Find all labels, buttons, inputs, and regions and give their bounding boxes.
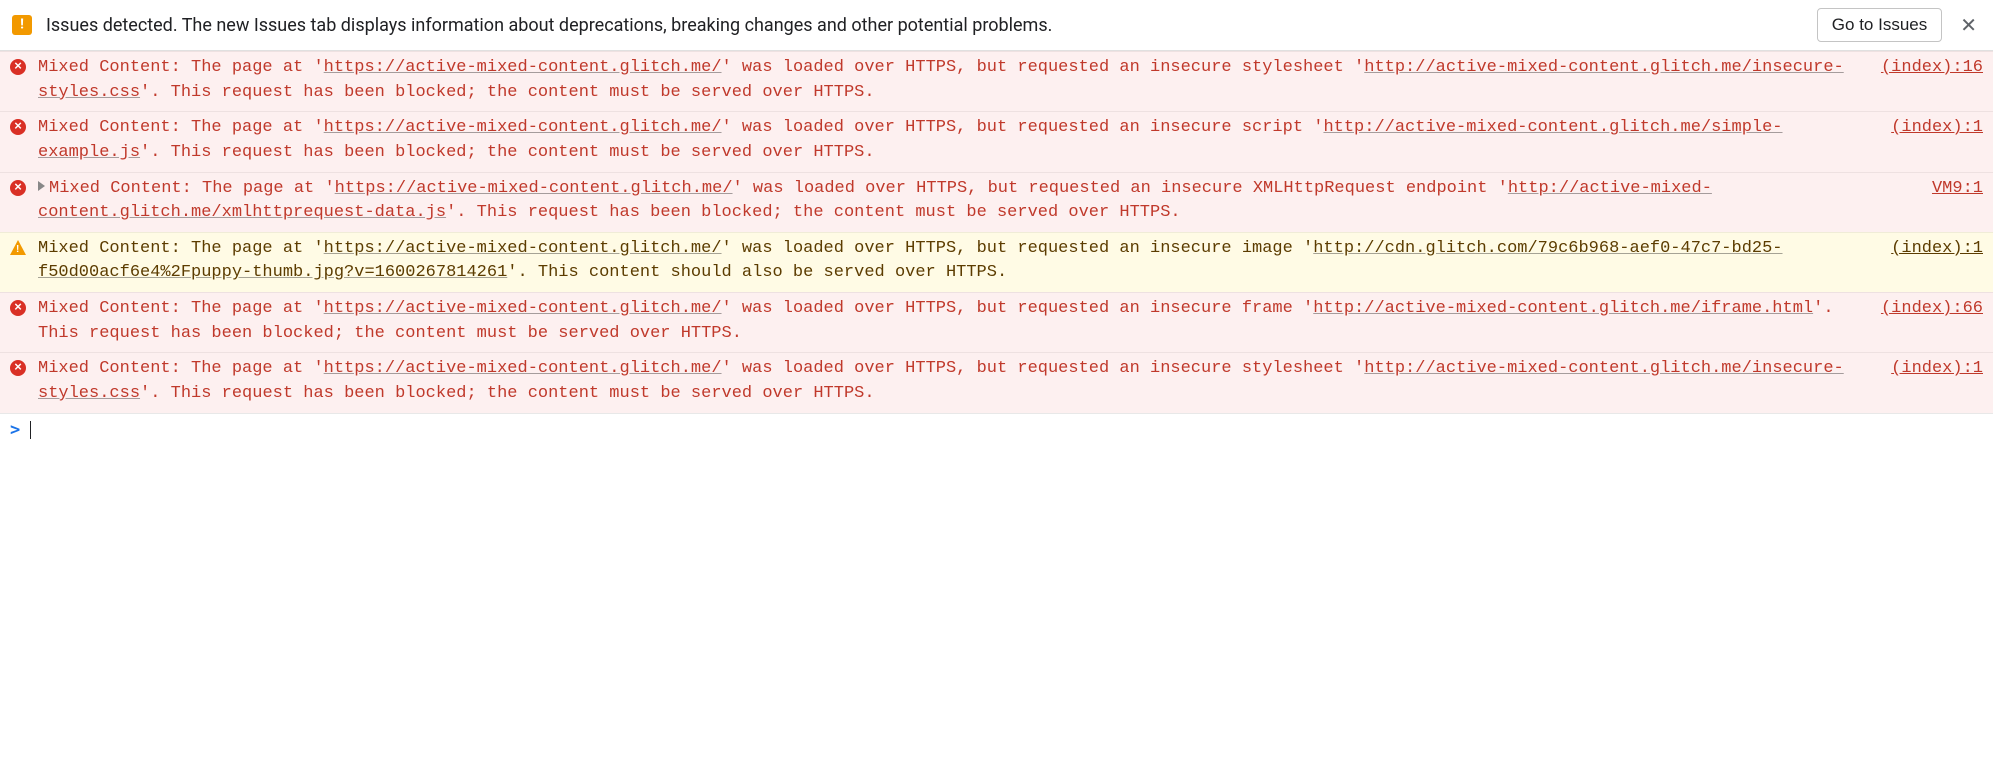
console-message[interactable]: Mixed Content: The page at 'https://acti… (0, 172, 1993, 232)
message-prefix: Mixed Content: The page at ' (38, 359, 324, 378)
message-text: Mixed Content: The page at 'https://acti… (36, 357, 1865, 406)
message-text: Mixed Content: The page at 'https://acti… (36, 56, 1855, 105)
message-text: Mixed Content: The page at 'https://acti… (36, 237, 1865, 286)
go-to-issues-button[interactable]: Go to Issues (1817, 8, 1942, 42)
issues-infobar: Issues detected. The new Issues tab disp… (0, 0, 1993, 51)
error-icon (10, 180, 26, 196)
message-prefix: Mixed Content: The page at ' (38, 299, 324, 318)
warning-icon (10, 240, 26, 255)
expand-triangle-icon[interactable] (38, 181, 45, 191)
console-prompt[interactable]: > (0, 413, 1993, 446)
message-suffix: '. This request has been blocked; the co… (140, 384, 875, 403)
error-icon (10, 300, 26, 316)
console-message[interactable]: Mixed Content: The page at 'https://acti… (0, 51, 1993, 111)
message-text: Mixed Content: The page at 'https://acti… (36, 177, 1906, 226)
message-suffix: '. This request has been blocked; the co… (140, 143, 875, 162)
close-icon[interactable]: ✕ (1956, 13, 1981, 37)
page-url-link[interactable]: https://active-mixed-content.glitch.me/ (324, 299, 722, 318)
message-suffix: '. This content should also be served ov… (507, 263, 1007, 282)
page-url-link[interactable]: https://active-mixed-content.glitch.me/ (324, 239, 722, 258)
page-url-link[interactable]: https://active-mixed-content.glitch.me/ (324, 118, 722, 137)
message-mid: ' was loaded over HTTPS, but requested a… (722, 118, 1324, 137)
error-icon (10, 59, 26, 75)
source-link[interactable]: (index):66 (1865, 297, 1983, 322)
console-message[interactable]: Mixed Content: The page at 'https://acti… (0, 111, 1993, 171)
message-text: Mixed Content: The page at 'https://acti… (36, 116, 1865, 165)
error-icon (10, 360, 26, 376)
message-suffix: '. This request has been blocked; the co… (446, 203, 1181, 222)
source-link[interactable]: VM9:1 (1916, 177, 1983, 202)
source-link[interactable]: (index):1 (1875, 357, 1983, 382)
message-mid: ' was loaded over HTTPS, but requested a… (722, 58, 1365, 77)
message-mid: ' was loaded over HTTPS, but requested a… (722, 239, 1314, 258)
source-link[interactable]: (index):1 (1875, 237, 1983, 262)
message-prefix: Mixed Content: The page at ' (38, 118, 324, 137)
message-prefix: Mixed Content: The page at ' (49, 179, 335, 198)
message-prefix: Mixed Content: The page at ' (38, 239, 324, 258)
page-url-link[interactable]: https://active-mixed-content.glitch.me/ (324, 359, 722, 378)
console-message[interactable]: Mixed Content: The page at 'https://acti… (0, 352, 1993, 412)
source-link[interactable]: (index):16 (1865, 56, 1983, 81)
page-url-link[interactable]: https://active-mixed-content.glitch.me/ (324, 58, 722, 77)
console-message[interactable]: Mixed Content: The page at 'https://acti… (0, 232, 1993, 292)
resource-url-link[interactable]: http://active-mixed-content.glitch.me/if… (1313, 299, 1813, 318)
error-icon (10, 119, 26, 135)
console-input[interactable] (30, 420, 1983, 440)
message-suffix: '. This request has been blocked; the co… (140, 83, 875, 102)
message-mid: ' was loaded over HTTPS, but requested a… (722, 299, 1314, 318)
console-message[interactable]: Mixed Content: The page at 'https://acti… (0, 292, 1993, 352)
message-mid: ' was loaded over HTTPS, but requested a… (722, 359, 1365, 378)
page-url-link[interactable]: https://active-mixed-content.glitch.me/ (335, 179, 733, 198)
message-text: Mixed Content: The page at 'https://acti… (36, 297, 1855, 346)
warning-badge-icon (12, 15, 32, 35)
prompt-caret-icon: > (10, 420, 20, 440)
source-link[interactable]: (index):1 (1875, 116, 1983, 141)
console-messages: Mixed Content: The page at 'https://acti… (0, 51, 1993, 413)
issues-infobar-text: Issues detected. The new Issues tab disp… (46, 15, 1803, 36)
message-prefix: Mixed Content: The page at ' (38, 58, 324, 77)
message-mid: ' was loaded over HTTPS, but requested a… (733, 179, 1508, 198)
